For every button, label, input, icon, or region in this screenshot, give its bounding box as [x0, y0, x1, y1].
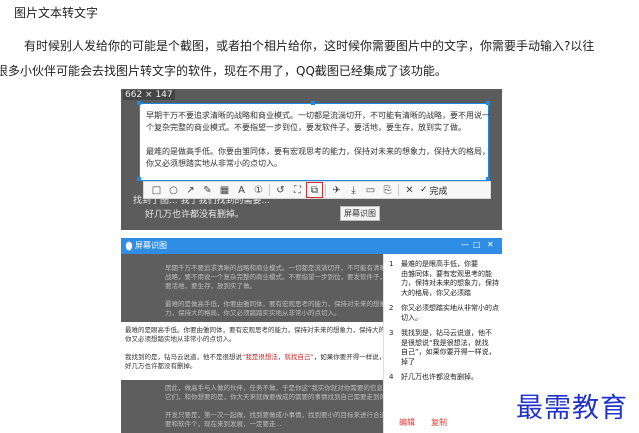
- text-line: 因此，做高手与人做的伙伴，任务不做，于是你这“我实你就对你需要的信息”，: [165, 384, 393, 392]
- ocr-window-screenshot: 屏幕识图 — □ ✕ 早期千万不要追求清晰的战略和商业模式。一切都是流淌切开，不…: [121, 238, 502, 433]
- text-line: 个复杂完整的商业模式。不要指望一步到位，要发软件子，要活地，要生存，放到实了做。: [146, 123, 466, 132]
- text-line: 要和软件个，现在来到发展，一定要走...: [165, 420, 282, 428]
- ocr-icon[interactable]: ⧉: [306, 182, 323, 198]
- preview-text-top: 早期千万不要追求清晰的战略和商业模式。一切都是流淌切开，不可能有清晰的 战略，要不…: [165, 264, 393, 318]
- article-paragraph-line-2: 很多小伙伴可能会去找图片转文字的软件，现在不用了，QQ截图已经集成了该功能。: [0, 64, 447, 78]
- pen-icon[interactable]: ✎: [199, 182, 216, 198]
- preview-text-selected: 最难的是眼高手低。你要由雏同体，要有宏观思考的能力，保持对未来的想象力，保持大的…: [125, 326, 405, 371]
- watermark: 最需教育: [516, 393, 628, 424]
- minimize-icon[interactable]: —: [461, 240, 469, 249]
- text-line: 要活地，要生存，放到实了做。: [165, 282, 256, 290]
- text-line: [165, 291, 393, 300]
- mosaic-icon[interactable]: ▦: [216, 182, 233, 198]
- ocr-result-line: 自己”，如果你要开得一样说，: [401, 348, 496, 356]
- ocr-result-line: 力，保持对未来的想象力，保持: [401, 279, 499, 287]
- text-line: 早期干万不要追求清晰的战略和商业模式。一切都是流淌切开，不可能有清晰的战略，要不…: [146, 111, 490, 120]
- ocr-result-item[interactable]: 1 最难的是眼高手低，你要 由雏同体，要有宏观思考的能 力，保持对未来的想象力，保持大…: [389, 260, 499, 298]
- capture-selection[interactable]: 早期干万不要追求清晰的战略和商业模式。一切都是流淌切开，不可能有清晰的战略，要不…: [139, 103, 490, 181]
- ocr-result-number: 1: [389, 260, 394, 268]
- close-icon[interactable]: ✕: [487, 240, 494, 249]
- text-line: 力，保持大的格局，你又必须踏踏实实地从非常小的点切入。: [165, 309, 341, 317]
- ocr-result-item[interactable]: 2 你又必须想踏实地从非常小的点 切入。: [389, 304, 499, 323]
- ocr-result-number: 2: [389, 304, 394, 312]
- ocr-result-line: 由雏同体，要有宏观思考的能: [401, 269, 492, 278]
- background-text-line: 好几万也许都没有删掉。: [145, 210, 245, 220]
- toolbar-separator: [269, 184, 270, 196]
- resize-handle[interactable]: [311, 101, 315, 105]
- capture-toolbar: □ ○ ↗ ✎ ▦ A ① ↺ ⛶ ⧉ ✈ ⤓ ▭ ⎘ ✕ ✓ 完成: [143, 181, 491, 199]
- text-line: 最难的是眼高手低。你要由雏同体，要有宏观思考的能力，保持对未来的想象力，保持大的…: [125, 326, 405, 334]
- article-paragraph-line-1: 有时候别人发给你的可能是个截图，或者拍个相片给你，这时候你需要图片中的文字，你需…: [24, 39, 595, 53]
- selection-text: 早期干万不要追求清晰的战略和商业模式。一切都是流淌切开，不可能有清晰的战略，要不…: [146, 110, 490, 170]
- resize-handle[interactable]: [137, 101, 141, 105]
- text-line: [165, 402, 405, 411]
- preview-text-bottom: 因此，做高手与人做的伙伴，任务不做，于是你这“我实你就对你需要的信息”， 它们，和…: [165, 384, 405, 429]
- toolbar-separator: [398, 184, 399, 196]
- ocr-result-line: 我找到是，钻马云说道，他不: [401, 329, 492, 337]
- pane-divider: [383, 254, 384, 433]
- save-icon[interactable]: ▭: [362, 182, 379, 198]
- text-line: [125, 344, 405, 353]
- ocr-result-line: 掉了: [401, 357, 415, 366]
- ocr-result-number: 3: [389, 329, 394, 337]
- copy-button[interactable]: 复制: [431, 417, 447, 428]
- ellipse-icon[interactable]: ○: [165, 182, 182, 198]
- toolbar-separator: [325, 184, 326, 196]
- ocr-result-line: 好几万也许都没有删掉。: [401, 373, 478, 381]
- qq-penguin-icon: [125, 241, 133, 251]
- resize-handle[interactable]: [137, 177, 141, 181]
- undo-icon[interactable]: ↺: [272, 182, 289, 198]
- screenshot-icon[interactable]: ⛶: [289, 182, 306, 198]
- number-icon[interactable]: ①: [250, 182, 267, 198]
- resize-handle[interactable]: [486, 101, 490, 105]
- ocr-result-item[interactable]: 3 我找到是，钻马云说道，他不 是很想说“我是很想法，就找 自己”，如果你要开得一样说…: [389, 329, 499, 367]
- text-line: 你又必须想踏实地从非常小的点切入。: [125, 335, 236, 343]
- ocr-result-line: 大的格局，你又必须踏: [401, 288, 471, 297]
- text-line: 最难的是做高手低，你要由雏同体，要有宏观思考的能力，保持对未来的想象: [165, 300, 386, 308]
- cancel-icon[interactable]: ✕: [401, 182, 418, 198]
- highlighted-quote: “我是很想法，就找自己”: [242, 353, 314, 361]
- rect-icon[interactable]: □: [148, 182, 165, 198]
- finish-button[interactable]: ✓ 完成: [420, 184, 448, 197]
- selection-size-label: 662 × 147: [123, 90, 175, 100]
- text-line: 你又必须想踏实地从非常小的点切入。: [146, 159, 282, 168]
- ocr-result-line: 是很想说“我是很想法，就找: [401, 338, 489, 347]
- text-line: 我找到的是，钻马云说道，他不是很想说“我是很想法，就找自己”，如果你要开得一样说…: [125, 353, 386, 361]
- ocr-result-item[interactable]: 4 好几万也许都没有删掉。: [389, 373, 499, 383]
- text-line: 最难的是做高手低。你要由雏同体，要有宏观思考的能力，保持对未来的想象力，保持大的…: [146, 147, 490, 156]
- ocr-result-line: 切入。: [401, 313, 422, 322]
- text-line: 早期千万不要追求清晰的战略和商业模式。一切都是流淌切开，不可能有清晰的: [165, 264, 393, 272]
- pin-icon[interactable]: ✈: [328, 182, 345, 198]
- ocr-result-line: 你又必须想踏实地从非常小的点: [401, 304, 499, 312]
- arrow-icon[interactable]: ↗: [182, 182, 199, 198]
- text-line: 它们，和你想要的是，你大天来就做要做成的需要的事情找到自己需要走到的时候...: [165, 393, 406, 401]
- ocr-result-number: 4: [389, 373, 394, 381]
- window-titlebar: [121, 238, 502, 254]
- text-line: 好几万也许都没有删掉。: [125, 362, 197, 370]
- ocr-tooltip: 屏幕识图: [340, 206, 380, 221]
- maximize-icon[interactable]: □: [473, 240, 481, 249]
- check-icon: ✓: [420, 185, 428, 195]
- text-line: [146, 134, 490, 146]
- qq-capture-screenshot: 找到了图... 我了我们找到的需要... 好几万也许都没有删掉。 662 × 1…: [121, 89, 502, 230]
- text-line: 开发只要是，第一次一起做，找到要做成小事情，找到要小的目标来进行合适的: [165, 411, 393, 419]
- article-title: 图片文本转文字: [14, 6, 99, 20]
- ocr-result-list: 1 最难的是眼高手低，你要 由雏同体，要有宏观思考的能 力，保持对未来的想象力，保持大…: [389, 260, 499, 389]
- share-icon[interactable]: ⎘: [379, 182, 396, 198]
- text-line: 战略，要不用说一个复杂完整的商业模式。不要指望一步到位，要发软件子，: [165, 273, 386, 281]
- ocr-result-line: 最难的是眼高手低，你要: [401, 260, 478, 268]
- finish-label: 完成: [429, 186, 448, 197]
- text-icon[interactable]: A: [233, 182, 250, 198]
- ocr-result-pane[interactable]: 1 最难的是眼高手低，你要 由雏同体，要有宏观思考的能 力，保持对未来的想象力，保持大…: [383, 254, 502, 433]
- edit-button[interactable]: 编辑: [399, 417, 415, 428]
- download-icon[interactable]: ⤓: [345, 182, 362, 198]
- window-title: 屏幕识图: [135, 241, 167, 250]
